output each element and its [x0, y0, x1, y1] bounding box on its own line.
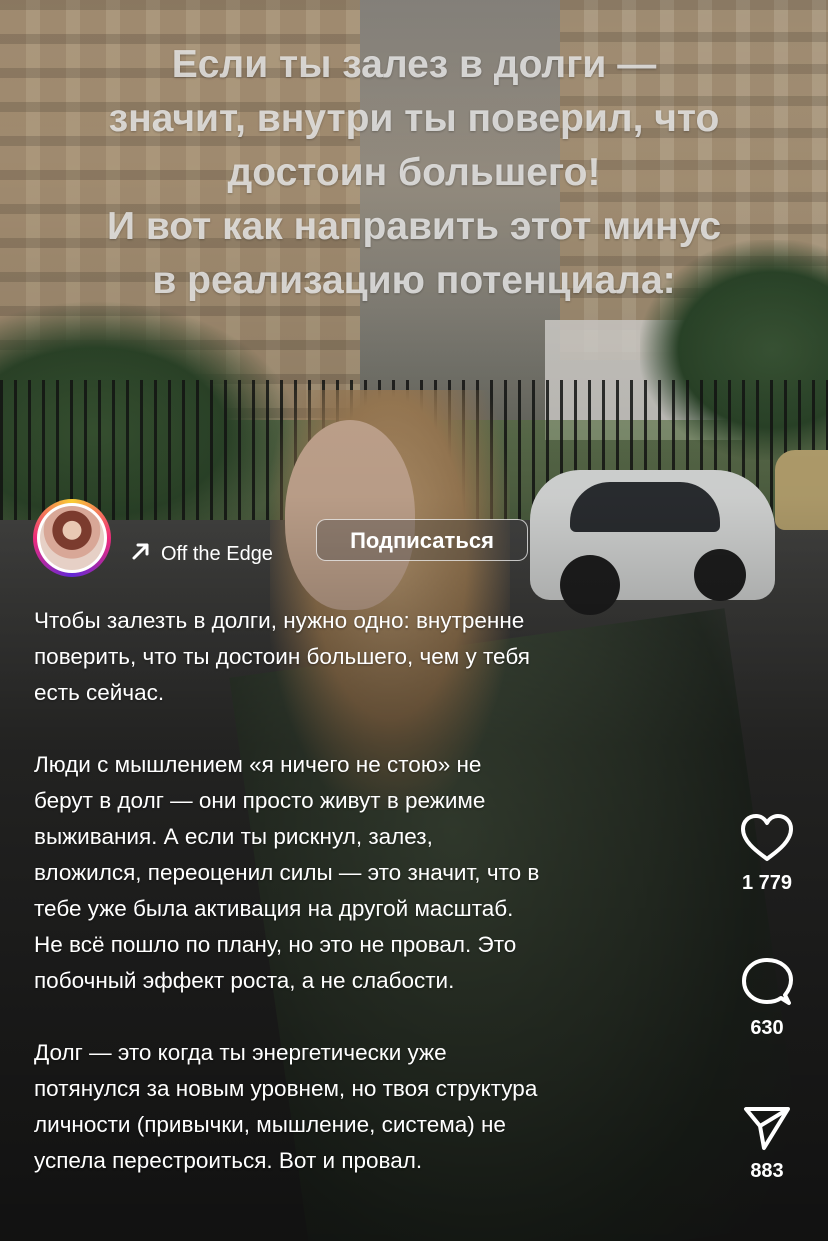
- caption-line: Не всё пошло по плану, но это не провал.…: [34, 932, 517, 957]
- send-paper-plane-icon[interactable]: [742, 1104, 792, 1152]
- author-avatar[interactable]: [33, 499, 111, 577]
- caption-line: потянулся за новым уровнем, но твоя стру…: [34, 1076, 538, 1101]
- heart-icon[interactable]: [739, 812, 795, 864]
- headline-line: значит, внутри ты поверил, что: [108, 97, 720, 140]
- headline-line: достоин большего!: [227, 151, 601, 194]
- caption-line: есть сейчас.: [34, 680, 165, 705]
- like-action: 1 779: [726, 812, 808, 895]
- headline-line: в реализацию потенциала:: [152, 259, 676, 302]
- video-headline-overlay: Если ты залез в долги — значит, внутри т…: [0, 38, 828, 308]
- arrow-up-right-icon: [132, 543, 149, 560]
- like-count: 1 779: [741, 872, 793, 894]
- caption-line: Чтобы залезть в долги, нужно одно: внутр…: [34, 608, 525, 633]
- caption-line: побочный эффект роста, а не слабости.: [34, 968, 455, 993]
- caption-line: тебе уже была активация на другой масшта…: [34, 896, 514, 921]
- comment-bubble-icon[interactable]: [741, 957, 793, 1009]
- comment-action: 630: [726, 957, 808, 1040]
- avatar-ring-inner: [37, 503, 107, 573]
- post-caption[interactable]: Чтобы залезть в долги, нужно одно: внутр…: [34, 603, 714, 1215]
- share-action: 883: [726, 1104, 808, 1183]
- follow-button[interactable]: Подписаться: [316, 519, 528, 561]
- caption-line: Долг — это когда ты энергетически уже: [34, 1040, 447, 1065]
- share-count: 883: [750, 1160, 784, 1182]
- caption-line: выживания. А если ты рискнул, залез,: [34, 824, 433, 849]
- caption-line: успела перестроиться. Вот и провал.: [34, 1148, 423, 1173]
- caption-line: берут в долг — они просто живут в режиме: [34, 788, 486, 813]
- caption-line: вложился, переоценил силы — это значит, …: [34, 860, 540, 885]
- headline-line: Если ты залез в долги —: [171, 43, 657, 86]
- avatar-photo: [40, 506, 104, 570]
- author-name[interactable]: Off the Edge: [161, 543, 289, 566]
- caption-line: личности (привычки, мышление, система) н…: [34, 1112, 506, 1137]
- caption-line: поверить, что ты достоин большего, чем у…: [34, 644, 530, 669]
- author-row: Off the Edge Подписаться: [33, 499, 553, 579]
- caption-paragraph: Долг — это когда ты энергетически уже по…: [34, 1035, 714, 1179]
- headline-line: И вот как направить этот минус: [106, 205, 722, 248]
- caption-line: Люди с мышлением «я ничего не стою» не: [34, 752, 482, 777]
- caption-paragraph: Люди с мышлением «я ничего не стою» не б…: [34, 747, 714, 999]
- caption-paragraph: Чтобы залезть в долги, нужно одно: внутр…: [34, 603, 714, 711]
- comment-count: 630: [750, 1017, 784, 1039]
